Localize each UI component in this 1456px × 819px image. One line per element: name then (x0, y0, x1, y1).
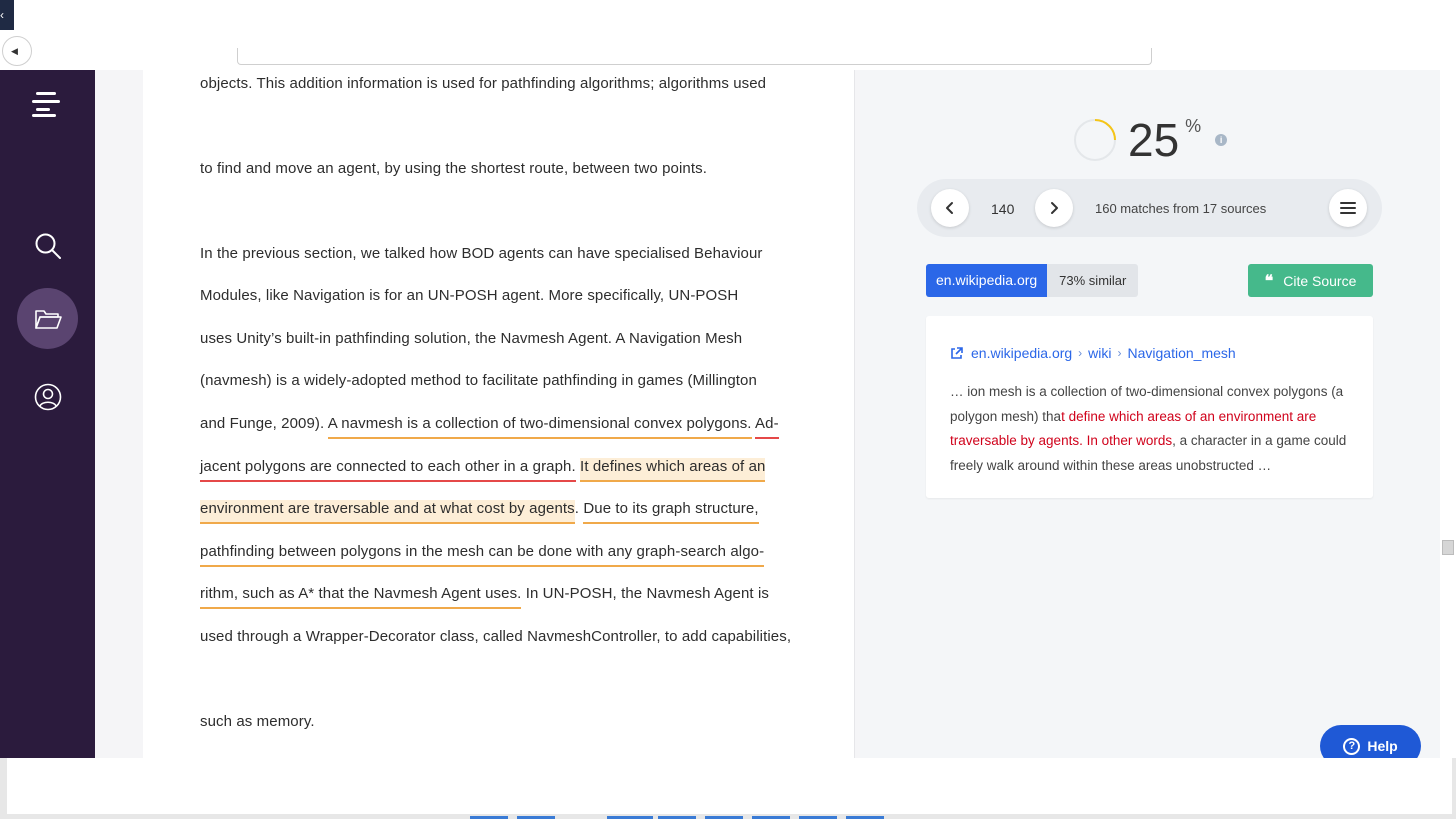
doc-line: environment are traversable and at what … (200, 500, 759, 524)
match-underline-orange[interactable]: A navmesh is a collection of two-dimensi… (327, 415, 752, 439)
breadcrumb-page[interactable]: Navigation_mesh (1128, 345, 1236, 361)
match-underline-red[interactable]: jacent polygons are connected to each ot… (200, 458, 576, 482)
similarity-score: 25 % i (1072, 110, 1228, 170)
cite-source-label: Cite Source (1283, 272, 1357, 289)
document-page: objects. This addition information is us… (143, 70, 855, 760)
breadcrumb-separator: › (1078, 346, 1083, 360)
source-tag[interactable]: en.wikipedia.org 73% similar (926, 264, 1139, 297)
similarity-percent: 73% similar (1047, 264, 1139, 297)
doc-line: pathfinding between polygons in the mesh… (200, 543, 765, 567)
doc-line: In the previous section, we talked how B… (200, 245, 763, 262)
match-highlight-active[interactable]: environment are traversable and at what … (200, 500, 575, 524)
help-question-icon: ? (1343, 737, 1361, 755)
match-underline-orange[interactable]: Due to its graph structure, (583, 500, 759, 524)
match-navigator: 140 160 matches from 17 sources (917, 179, 1382, 237)
breadcrumb-section[interactable]: wiki (1088, 345, 1111, 361)
sidebar-search-button[interactable] (17, 215, 78, 276)
doc-line: such as memory. (200, 713, 315, 730)
match-highlight-active[interactable]: It defines which areas of an (580, 458, 766, 482)
doc-line: used through a Wrapper-Decorator class, … (200, 628, 792, 645)
doc-line: objects. This addition information is us… (200, 75, 767, 92)
help-label: Help (1367, 738, 1398, 754)
breadcrumb-domain[interactable]: en.wikipedia.org (971, 345, 1072, 361)
doc-line: Modules, like Navigation is for an UN-PO… (200, 287, 739, 304)
hamburger-menu-icon (1340, 202, 1356, 214)
vertical-scrollbar[interactable] (1441, 70, 1456, 760)
score-unit: % (1185, 116, 1202, 136)
source-domain[interactable]: en.wikipedia.org (926, 264, 1048, 297)
score-value: 25 (1128, 114, 1180, 166)
doc-line: uses Unity’s built-in pathfinding soluti… (200, 330, 743, 347)
scrollbar-thumb[interactable] (1442, 540, 1454, 555)
menu-button[interactable] (1329, 189, 1367, 227)
browser-bottom-bar (0, 758, 1456, 819)
doc-text: In UN-POSH, the Navmesh Agent is (521, 585, 769, 602)
edge-tab[interactable]: ‹ (0, 0, 14, 30)
breadcrumb-separator: › (1117, 346, 1122, 360)
search-icon (35, 233, 61, 259)
score-ring (1074, 119, 1116, 161)
chevron-right-icon (1051, 202, 1058, 214)
source-breadcrumb[interactable]: en.wikipedia.org › wiki › Navigation_mes… (950, 345, 1236, 361)
source-snippet: … ion mesh is a collection of two-dimens… (950, 380, 1356, 478)
doc-line: jacent polygons are connected to each ot… (200, 458, 766, 482)
cite-source-button[interactable]: ❝ Cite Source (1248, 264, 1373, 297)
doc-line: and Funge, 2009). A navmesh is a collect… (200, 415, 779, 439)
source-card: en.wikipedia.org › wiki › Navigation_mes… (926, 316, 1373, 498)
back-button[interactable]: ◀ (2, 36, 32, 66)
next-match-button[interactable] (1035, 189, 1073, 227)
similarity-panel: 25 % i 140 160 matches from 17 sources e… (860, 70, 1440, 760)
doc-line: rithm, such as A* that the Navmesh Agent… (200, 585, 769, 609)
user-icon (34, 383, 61, 410)
menu-logo-icon[interactable] (32, 90, 60, 118)
bottom-bar-surface (7, 758, 1452, 814)
current-match-index: 140 (991, 201, 1015, 217)
folder-icon (34, 309, 62, 329)
info-icon[interactable]: i (1215, 134, 1228, 146)
previous-match-button[interactable] (931, 189, 969, 227)
app-sidebar (0, 70, 95, 760)
match-underline-orange[interactable]: rithm, such as A* that the Navmesh Agent… (200, 585, 522, 609)
doc-line: to find and move an agent, by using the … (200, 160, 707, 177)
sidebar-documents-button[interactable] (17, 288, 78, 349)
doc-text: and Funge, 2009). (200, 415, 328, 432)
match-underline-red[interactable]: Ad- (755, 415, 779, 439)
quote-icon: ❝ (1264, 271, 1274, 290)
external-link-icon (951, 346, 963, 359)
sidebar-profile-button[interactable] (17, 366, 78, 427)
browser-top-bar: ‹ ◀ ▲ (0, 0, 1456, 83)
doc-line: (navmesh) is a widely-adopted method to … (200, 372, 757, 389)
chevron-left-icon (946, 202, 953, 214)
match-underline-orange[interactable]: pathfinding between polygons in the mesh… (200, 543, 765, 567)
document-viewer: objects. This addition information is us… (95, 70, 860, 760)
address-bar[interactable] (237, 48, 1152, 65)
matches-summary: 160 matches from 17 sources (1095, 201, 1267, 216)
